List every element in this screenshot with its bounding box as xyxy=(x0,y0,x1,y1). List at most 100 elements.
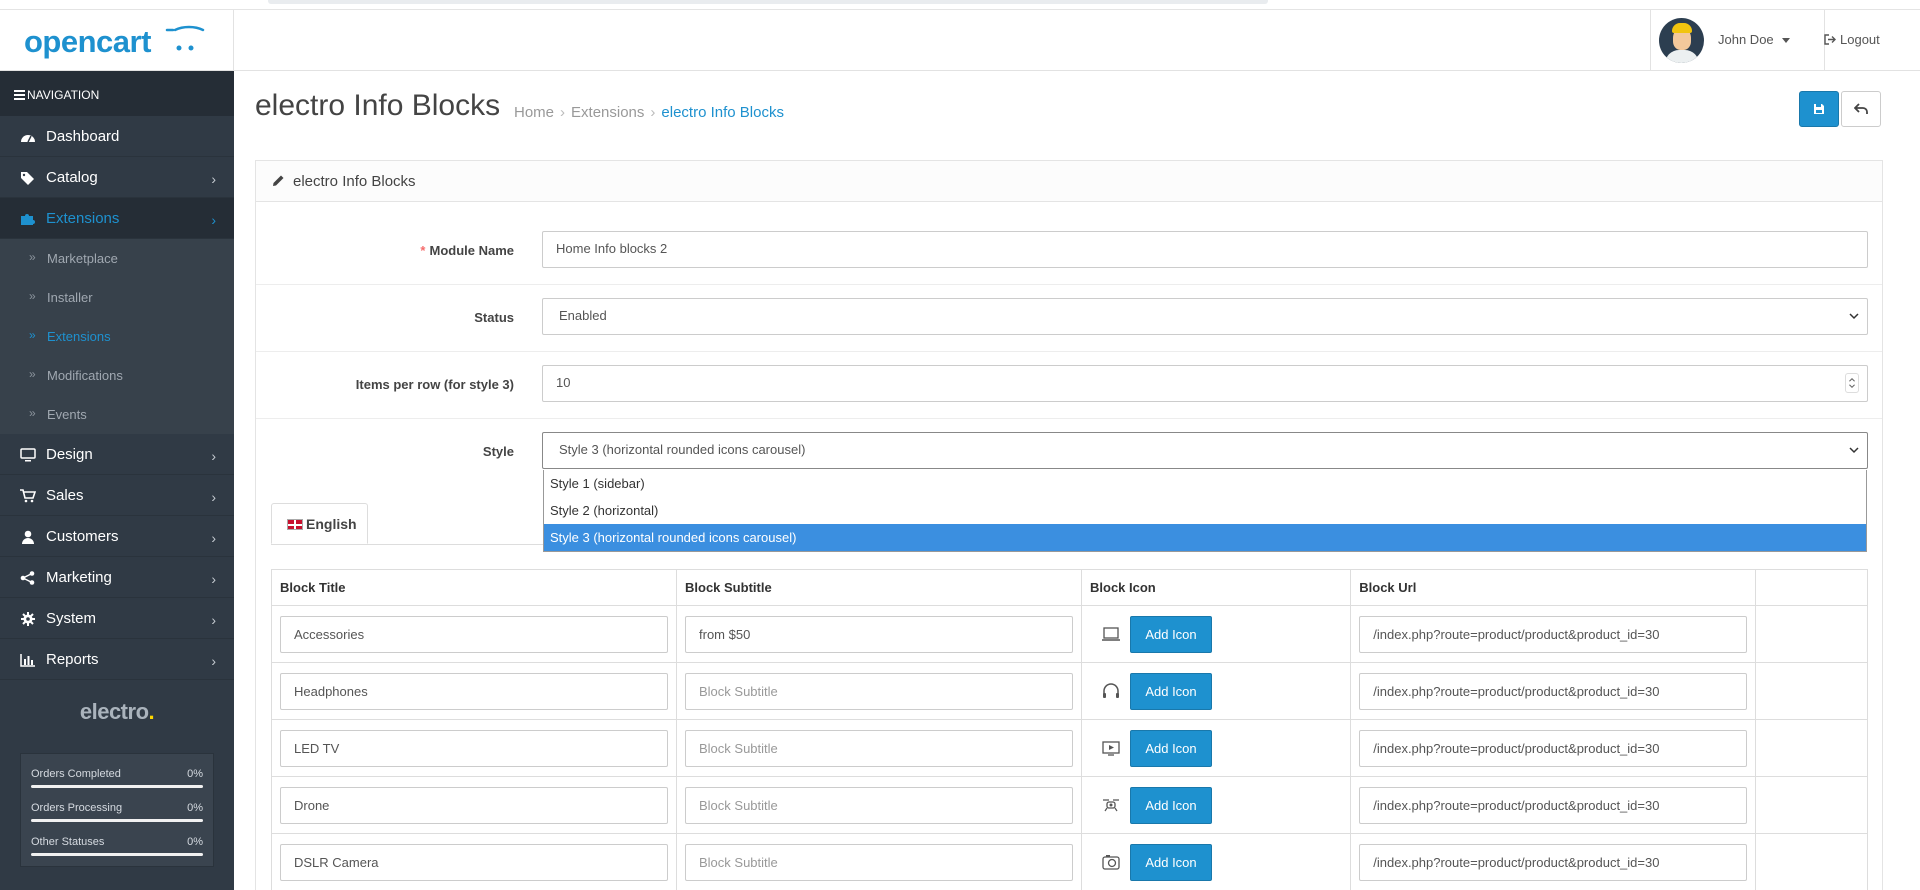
add-icon-button[interactable]: Add Icon xyxy=(1130,843,1212,881)
progress-bar xyxy=(31,819,203,822)
uk-flag-icon xyxy=(287,519,303,530)
subitem-label: Installer xyxy=(47,290,93,305)
sign-out-icon xyxy=(1824,34,1836,45)
opencart-logo[interactable]: opencart xyxy=(24,24,151,60)
stat-orders-processing: Orders Processing 0% xyxy=(31,802,203,836)
tags-icon xyxy=(21,172,34,185)
stat-orders-completed: Orders Completed 0% xyxy=(31,768,203,802)
sidebar-item-marketing[interactable]: Marketing › xyxy=(0,557,234,598)
block-title-input[interactable]: Accessories xyxy=(280,615,668,653)
block-url-input[interactable]: /index.php?route=product/product&product… xyxy=(1359,729,1748,767)
status-select[interactable]: Enabled xyxy=(542,298,1868,335)
user-menu[interactable]: John Doe xyxy=(1650,10,1825,71)
logout-link[interactable]: Logout xyxy=(1824,10,1904,71)
sidebar-subitem-installer[interactable]: » Installer xyxy=(0,278,234,317)
sidebar-item-extensions[interactable]: Extensions › xyxy=(0,198,234,239)
headphones-icon xyxy=(1103,683,1119,698)
block-subtitle-input[interactable]: Block Subtitle xyxy=(685,729,1073,767)
col-actions xyxy=(1755,569,1868,606)
block-title-input[interactable]: DSLR Camera xyxy=(280,843,668,881)
block-url-input[interactable]: /index.php?route=product/product&product… xyxy=(1359,786,1748,824)
chevron-right-icon: › xyxy=(211,448,216,464)
double-chevron-icon: » xyxy=(29,367,36,381)
progress-bar xyxy=(31,785,203,788)
cog-icon xyxy=(21,612,35,626)
module-name-input[interactable]: Home Info blocks 2 xyxy=(542,231,1868,268)
order-stats-box: Orders Completed 0% Orders Processing 0%… xyxy=(20,753,214,867)
top-header: opencart John Doe Logout xyxy=(0,10,1920,71)
block-url-input[interactable]: /index.php?route=product/product&product… xyxy=(1359,672,1748,710)
back-button[interactable] xyxy=(1841,91,1881,127)
style-select[interactable]: Style 3 (horizontal rounded icons carous… xyxy=(542,432,1868,469)
breadcrumb-current[interactable]: electro Info Blocks xyxy=(661,104,784,121)
subitem-label: Extensions xyxy=(47,329,111,344)
block-title-input[interactable]: Headphones xyxy=(280,672,668,710)
share-icon xyxy=(20,571,35,585)
sidebar-subitem-modifications[interactable]: » Modifications xyxy=(0,356,234,395)
bar-chart-icon xyxy=(20,654,35,667)
status-label: Status xyxy=(474,310,514,325)
number-spinner-icon[interactable] xyxy=(1845,373,1859,393)
breadcrumb-separator: › xyxy=(560,104,566,121)
save-button[interactable] xyxy=(1799,91,1839,127)
nav-header[interactable]: NAVIGATION xyxy=(0,71,234,116)
block-title-input[interactable]: LED TV xyxy=(280,729,668,767)
add-icon-button[interactable]: Add Icon xyxy=(1130,729,1212,767)
sidebar-item-system[interactable]: System › xyxy=(0,598,234,639)
sidebar-item-design[interactable]: Design › xyxy=(0,434,234,475)
tab-english[interactable]: English xyxy=(271,503,368,544)
subitem-label: Marketplace xyxy=(47,251,118,266)
nav-title: NAVIGATION xyxy=(27,88,100,102)
avatar xyxy=(1659,18,1704,63)
block-subtitle-input[interactable]: Block Subtitle xyxy=(685,786,1073,824)
info-blocks-table: Block Title Block Subtitle Block Icon Bl… xyxy=(271,569,1868,890)
sidebar-item-label: Marketing xyxy=(46,569,112,586)
breadcrumb-extensions[interactable]: Extensions xyxy=(571,104,644,121)
stat-value: 0% xyxy=(187,836,203,848)
sidebar-item-label: Sales xyxy=(46,487,84,504)
block-url-input[interactable]: /index.php?route=product/product&product… xyxy=(1359,843,1748,881)
items-per-row-input[interactable]: 10 xyxy=(542,365,1868,402)
address-bar-stub xyxy=(268,0,1268,4)
add-icon-button[interactable]: Add Icon xyxy=(1130,786,1212,824)
style-option-1[interactable]: Style 1 (sidebar) xyxy=(544,470,1866,497)
breadcrumb-home[interactable]: Home xyxy=(514,104,554,121)
breadcrumb: Home › Extensions › electro Info Blocks xyxy=(514,104,784,121)
stat-label: Other Statuses xyxy=(31,836,105,848)
double-chevron-icon: » xyxy=(29,250,36,264)
sidebar-subitem-events[interactable]: » Events xyxy=(0,395,234,434)
desktop-icon xyxy=(20,448,36,462)
sidebar-item-sales[interactable]: Sales › xyxy=(0,475,234,516)
block-title-input[interactable]: Drone xyxy=(280,786,668,824)
sidebar-subitem-marketplace[interactable]: » Marketplace xyxy=(0,239,234,278)
sidebar-subitem-extensions[interactable]: » Extensions xyxy=(0,317,234,356)
sidebar-item-reports[interactable]: Reports › xyxy=(0,639,234,680)
tv-icon xyxy=(1102,741,1120,756)
sidebar-item-catalog[interactable]: Catalog › xyxy=(0,157,234,198)
module-name-label-text: Module Name xyxy=(429,243,514,258)
user-name[interactable]: John Doe xyxy=(1718,32,1790,47)
laptop-icon xyxy=(1102,627,1120,641)
table-row: DSLR Camera Block Subtitle Add Icon /ind… xyxy=(271,833,1868,890)
user-icon xyxy=(22,530,34,544)
cart-icon xyxy=(20,489,36,503)
style-option-2[interactable]: Style 2 (horizontal) xyxy=(544,497,1866,524)
block-subtitle-input[interactable]: Block Subtitle xyxy=(685,843,1073,881)
block-subtitle-input[interactable]: Block Subtitle xyxy=(685,672,1073,710)
drone-icon xyxy=(1103,799,1119,812)
sidebar-item-dashboard[interactable]: Dashboard xyxy=(0,116,234,157)
stat-value: 0% xyxy=(187,768,203,780)
dashboard-icon xyxy=(21,135,35,143)
block-url-input[interactable]: /index.php?route=product/product&product… xyxy=(1359,615,1748,653)
sidebar-item-customers[interactable]: Customers › xyxy=(0,516,234,557)
reply-icon xyxy=(1854,103,1868,114)
add-icon-button[interactable]: Add Icon xyxy=(1130,615,1212,653)
items-per-row-label: Items per row (for style 3) xyxy=(355,377,514,392)
style-option-3[interactable]: Style 3 (horizontal rounded icons carous… xyxy=(544,524,1866,551)
block-subtitle-input[interactable]: from $50 xyxy=(685,615,1073,653)
add-icon-button[interactable]: Add Icon xyxy=(1130,672,1212,710)
bars-icon xyxy=(14,90,25,100)
double-chevron-icon: » xyxy=(29,406,36,420)
subitem-label: Modifications xyxy=(47,368,123,383)
logout-label: Logout xyxy=(1840,32,1880,47)
